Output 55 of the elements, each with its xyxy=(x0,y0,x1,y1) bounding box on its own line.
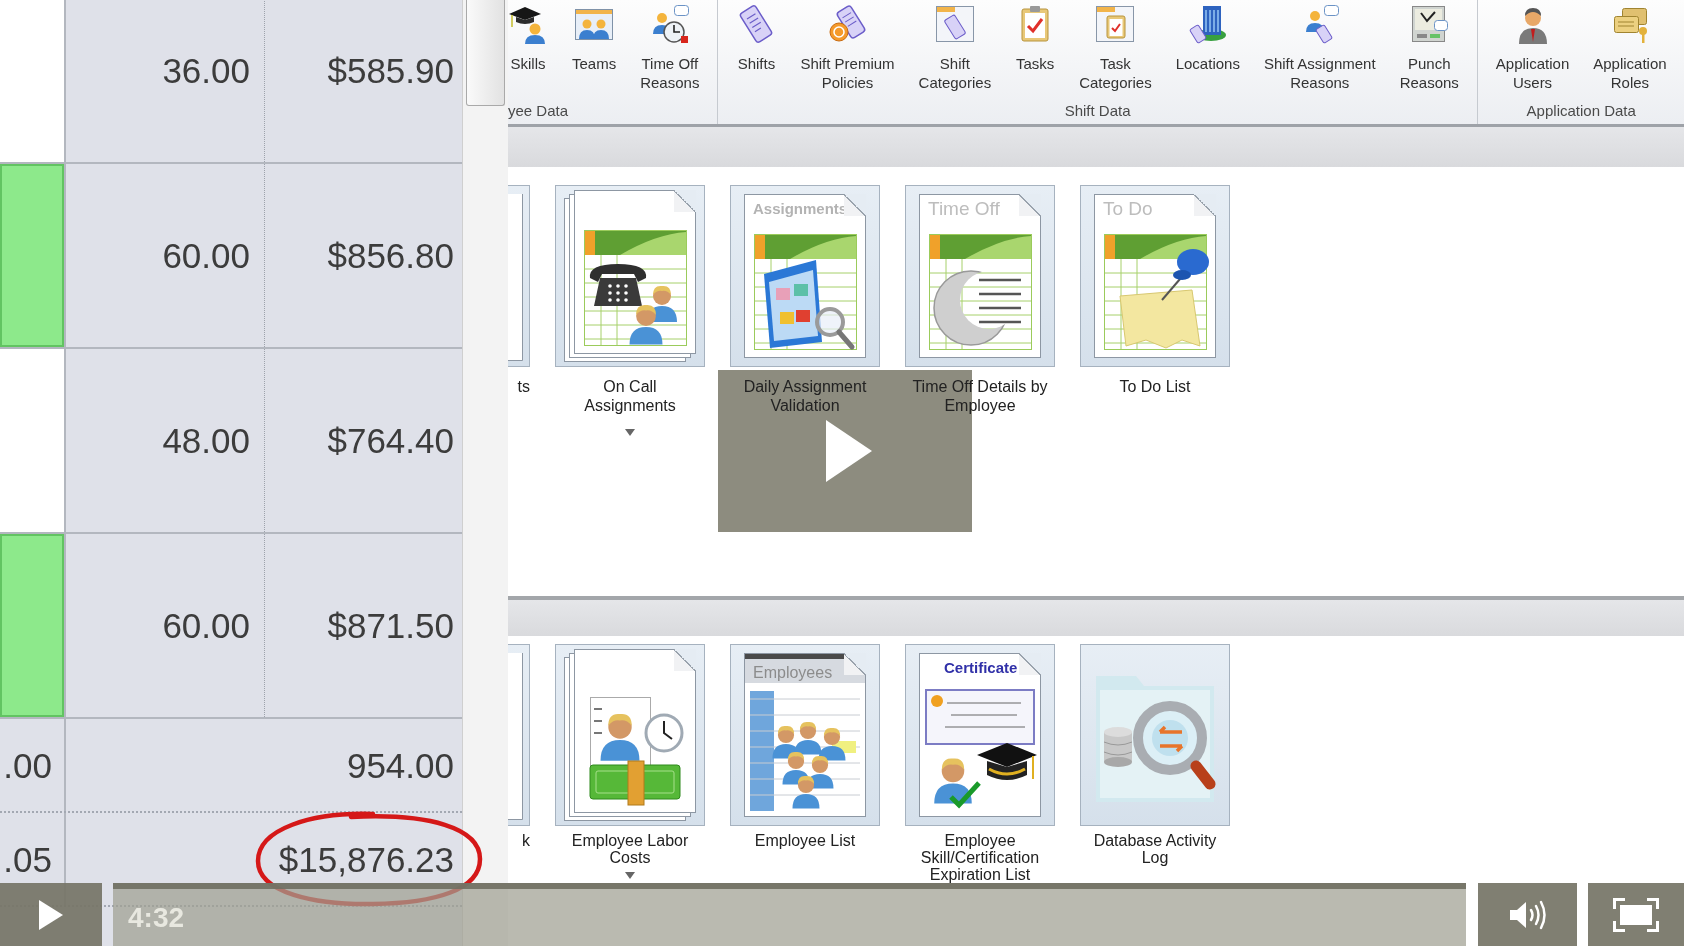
scrollbar-thumb[interactable] xyxy=(466,0,505,106)
table-cell: 60.00 xyxy=(66,534,265,717)
report-label: To Do List xyxy=(1119,377,1191,396)
building-icon xyxy=(1187,4,1228,44)
report-label: k xyxy=(522,832,530,849)
ribbon-button[interactable]: Task Categories xyxy=(1067,0,1164,92)
report-tile[interactable] xyxy=(508,185,530,367)
report-label: Database Activity Log xyxy=(1093,832,1217,866)
fullscreen-icon xyxy=(1613,897,1659,932)
ribbon-button[interactable]: Application Roles xyxy=(1581,0,1679,92)
group-label: Application Data xyxy=(1526,102,1636,121)
table-cell: 36.00 xyxy=(66,0,265,162)
ribbon-button[interactable]: Shift Assignment Reasons xyxy=(1251,0,1388,92)
clock-panel-icon xyxy=(1409,4,1450,44)
scroll-coin-icon xyxy=(827,4,868,44)
table-cell: $585.90 xyxy=(327,53,454,88)
table-cell: $856.80 xyxy=(327,238,454,273)
table-cell: 60.00 xyxy=(66,164,265,347)
report-label: On Call Assignments xyxy=(584,377,676,415)
table-cell: $15,876.23 xyxy=(278,841,454,877)
report-label: Employee Labor Costs xyxy=(571,832,689,866)
group-label: Shift Data xyxy=(1064,102,1131,121)
table-cell: $871.50 xyxy=(327,608,454,643)
scroll-window-icon xyxy=(934,4,975,44)
mortarboard-person-icon xyxy=(508,4,548,44)
report-label: ts xyxy=(517,377,530,396)
table-cell: $764.40 xyxy=(327,423,454,458)
volume-button[interactable] xyxy=(1478,883,1577,946)
ribbon-button[interactable]: Application Users xyxy=(1483,0,1582,92)
ribbon-button[interactable]: Shift Categories xyxy=(906,0,1004,92)
play-button[interactable] xyxy=(0,883,102,946)
report-tile[interactable] xyxy=(508,644,530,826)
report-tile[interactable] xyxy=(555,644,705,826)
fullscreen-button[interactable] xyxy=(1588,883,1684,946)
ribbon-button[interactable]: Shift Premium Policies xyxy=(788,0,907,92)
table-cell: .00 xyxy=(0,719,66,811)
group-label: yee Data xyxy=(508,102,569,121)
report-label: Employee Skill/Certification Expiration List xyxy=(920,832,1040,883)
ribbon-button[interactable]: Locations xyxy=(1163,0,1252,73)
ribbon-button[interactable]: Teams xyxy=(560,0,629,73)
volume-icon xyxy=(1507,898,1548,931)
report-label: Daily Assignment Validation xyxy=(743,377,867,415)
ribbon-button[interactable]: Punch Reasons xyxy=(1387,0,1471,92)
ribbon-button[interactable]: Time Off Reasons xyxy=(628,0,712,92)
ribbon-button[interactable]: Tasks xyxy=(1003,0,1068,73)
clipboard-window-icon xyxy=(1095,4,1136,44)
table-cell: 48.00 xyxy=(66,349,265,532)
play-icon xyxy=(826,420,872,482)
report-tile[interactable]: Certificate xyxy=(905,644,1055,826)
ribbon-button[interactable]: Shifts xyxy=(724,0,789,73)
table-cell: 954.00 xyxy=(346,747,454,783)
report-tile[interactable] xyxy=(1080,644,1230,826)
report-tile[interactable] xyxy=(555,185,705,367)
report-label: Employee List xyxy=(754,832,856,849)
ribbon-button[interactable]: Skills xyxy=(508,0,560,73)
